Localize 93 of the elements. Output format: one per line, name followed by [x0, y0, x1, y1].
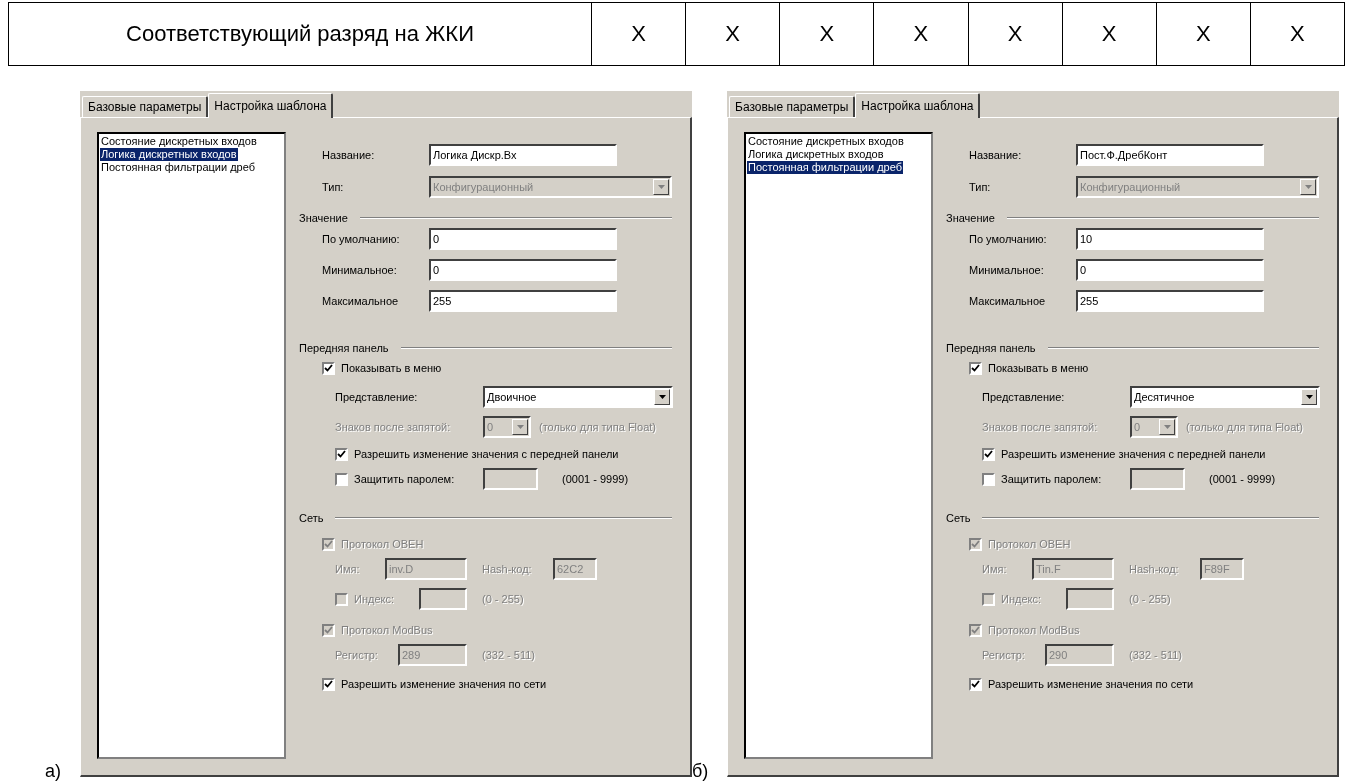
checkbox[interactable] — [982, 592, 995, 606]
checkbox[interactable] — [322, 677, 335, 691]
dropdown[interactable]: Двоичное — [483, 386, 673, 408]
checkbox-label: Защитить паролем: — [1001, 473, 1103, 485]
range-text: (332 - 511) — [482, 649, 535, 661]
input-field[interactable]: 10 — [1076, 228, 1264, 250]
tab[interactable]: Базовые параметры — [729, 96, 856, 117]
list-item[interactable]: Постоянная фильтрации дреб — [747, 161, 904, 174]
table-cell: X — [1062, 3, 1157, 65]
range-text: (0001 - 9999) — [1209, 473, 1276, 485]
section-title: Значение — [299, 212, 348, 224]
checkbox[interactable] — [335, 472, 348, 486]
table-cell: Соответствующий разряд на ЖКИ — [9, 3, 592, 65]
tab[interactable]: Настройка шаблона — [855, 93, 981, 118]
checkbox-label: Разрешить изменение значения по сети — [341, 678, 547, 690]
checkbox-label: Протокол ModBus — [988, 624, 1080, 636]
field-label: Название: — [322, 149, 376, 161]
range-text: (332 - 511) — [1129, 649, 1182, 661]
table-cell: X — [968, 3, 1063, 65]
input-field[interactable]: 0 — [1076, 259, 1264, 281]
field-label: Минимальное: — [969, 264, 1045, 276]
field-label: Тип: — [322, 181, 345, 193]
table-cell: X — [686, 3, 781, 65]
section-title: Значение — [946, 212, 995, 224]
tab[interactable]: Настройка шаблона — [208, 93, 334, 118]
field-label: Имя: — [982, 563, 1008, 575]
checkbox-label: Показывать в меню — [341, 362, 442, 374]
range-text: (0001 - 9999) — [562, 473, 629, 485]
field-label: Знаков после запятой: — [335, 421, 452, 433]
table-cell: X — [592, 3, 687, 65]
table-cell-text: X — [1289, 20, 1306, 48]
figure-caption: б) — [692, 762, 710, 780]
field-label: Имя: — [335, 563, 361, 575]
field-label: Знаков после запятой: — [982, 421, 1099, 433]
list-item[interactable]: Логика дискретных входов — [747, 148, 885, 161]
field-label: По умолчанию: — [969, 233, 1048, 245]
section-title: Сеть — [946, 512, 971, 524]
input-field[interactable]: Логика Дискр.Вх — [429, 144, 617, 166]
checkbox-label: Протокол ModBus — [341, 624, 433, 636]
field-label: Название: — [969, 149, 1023, 161]
input-field[interactable]: 255 — [1076, 290, 1264, 312]
checkbox[interactable] — [335, 592, 348, 606]
checkbox-label: Протокол ОВЕН — [341, 538, 424, 550]
field-label: Максимальное — [969, 295, 1047, 307]
checkbox[interactable] — [982, 472, 995, 486]
input-field[interactable]: 0 — [429, 228, 617, 250]
checkbox-label: Защитить паролем: — [354, 473, 456, 485]
section-title: Передняя панель — [946, 342, 1036, 354]
field-label: Hash-код: — [482, 563, 533, 575]
field-label: Минимальное: — [322, 264, 398, 276]
checkbox-label: Протокол ОВЕН — [988, 538, 1071, 550]
list-item[interactable]: Логика дискретных входов — [100, 148, 238, 161]
field-label: Представление: — [982, 391, 1066, 403]
checkbox[interactable] — [982, 447, 995, 461]
field-label: По умолчанию: — [322, 233, 401, 245]
list-item[interactable]: Состояние дискретных входов — [747, 135, 905, 148]
checkbox[interactable] — [322, 361, 335, 375]
checkbox-label: Разрешить изменение значения с передней панели — [354, 448, 619, 460]
tab[interactable]: Базовые параметры — [82, 96, 209, 117]
figure-caption: а) — [45, 762, 62, 780]
field-label: Регистр: — [982, 649, 1026, 661]
range-text: (0 - 255) — [482, 593, 524, 605]
field-label: Тип: — [969, 181, 992, 193]
checkbox-label: Индекс: — [1001, 593, 1042, 605]
section-title: Сеть — [299, 512, 324, 524]
section-title: Передняя панель — [299, 342, 389, 354]
table-cell: X — [780, 3, 875, 65]
hint-text: (только для типа Float) — [1186, 421, 1303, 433]
list-item[interactable]: Состояние дискретных входов — [100, 135, 258, 148]
checkbox-label: Разрешить изменение значения с передней панели — [1001, 448, 1266, 460]
checkbox[interactable] — [335, 447, 348, 461]
field-label: Представление: — [335, 391, 419, 403]
input-field[interactable]: 255 — [429, 290, 617, 312]
checkbox[interactable] — [969, 361, 982, 375]
checkbox-label: Показывать в меню — [988, 362, 1089, 374]
table-cell: X — [874, 3, 969, 65]
field-label: Hash-код: — [1129, 563, 1180, 575]
range-text: (0 - 255) — [1129, 593, 1171, 605]
input-field[interactable]: 0 — [429, 259, 617, 281]
hint-text: (только для типа Float) — [539, 421, 656, 433]
table-cell: X — [1156, 3, 1251, 65]
input-field[interactable]: Пост.Ф.ДребКонт — [1076, 144, 1264, 166]
input-field[interactable] — [1066, 588, 1114, 610]
dropdown[interactable]: Десятичное — [1130, 386, 1320, 408]
field-label: Регистр: — [335, 649, 379, 661]
checkbox-label: Разрешить изменение значения по сети — [988, 678, 1194, 690]
input-field[interactable] — [483, 468, 538, 490]
input-field[interactable] — [1130, 468, 1185, 490]
checkbox[interactable] — [969, 677, 982, 691]
checkbox-label: Индекс: — [354, 593, 395, 605]
input-field[interactable] — [419, 588, 467, 610]
field-label: Максимальное — [322, 295, 400, 307]
list-item[interactable]: Постоянная фильтрации дреб — [100, 161, 257, 174]
